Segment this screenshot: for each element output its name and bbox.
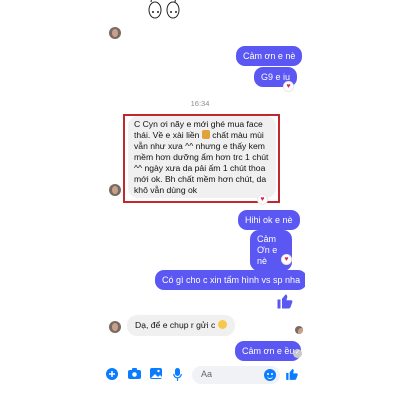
message-line: ^^ ngày xưa da pải ấm 1 chút thoa [134, 163, 266, 173]
message-in-short[interactable]: Dạ, để e chụp r gửi c [127, 315, 235, 336]
message-text: G9 e iu [261, 72, 291, 82]
heart-icon[interactable]: ♥ [282, 255, 291, 264]
thumbs-up-icon[interactable] [276, 292, 294, 310]
message-input[interactable]: Aa [192, 366, 280, 384]
message-out[interactable]: Có gì cho c xin tấm hình vs sp nha [155, 270, 305, 290]
contact-avatar[interactable] [109, 321, 121, 333]
plus-icon[interactable] [105, 368, 119, 383]
timestamp: 16:34 [190, 99, 210, 108]
message-text: Hihi ok e nè [245, 215, 293, 225]
seen-avatar [295, 326, 303, 334]
message-out[interactable]: Cảm ơn e nè [236, 46, 303, 66]
message-out[interactable]: Hihi ok e nè [238, 210, 300, 230]
message-text: Cảm [257, 234, 277, 244]
chat-screen: Cảm ơn e nè G9 e iu ♥ 16:34 C Cyn ơi nãy… [100, 0, 305, 405]
contact-avatar[interactable] [109, 184, 121, 196]
cosmetic-jar-icon [201, 130, 210, 139]
smiling-face-icon [217, 320, 227, 329]
message-line: thái. Về e xài liền chất màu mùi [134, 130, 270, 141]
emoji-icon[interactable] [264, 369, 276, 381]
message-text: Cảm ơn e ều [242, 346, 295, 356]
message-line: vẫn như xưa ^^ nhưng e thấy kem [134, 141, 265, 151]
message-line: khô vẫn dùng ok [134, 185, 198, 195]
message-input-placeholder: Aa [201, 369, 213, 379]
heart-icon[interactable]: ♥ [258, 195, 267, 204]
thumbs-up-icon[interactable] [285, 367, 299, 381]
seen-check-icon: ✓ [293, 349, 302, 358]
camera-icon[interactable] [127, 368, 141, 382]
message-text: chất màu mùi [212, 130, 264, 140]
message-out[interactable]: Cảm ơn e ều [235, 341, 302, 361]
message-in-long[interactable]: C Cyn ơi nãy e mới ghé mua face thái. Về… [128, 116, 276, 198]
contact-avatar[interactable] [109, 27, 121, 39]
message-line: C Cyn ơi nãy e mới ghé mua face [134, 119, 263, 129]
message-line: mềm hơn dưỡng ẩm hơn trc 1 chút [134, 152, 269, 162]
message-out[interactable]: Cảm Ơn e nè [250, 230, 292, 271]
message-text: Ơn e nè [257, 245, 278, 266]
message-line: mới ok. Bh chất mềm hơn chút, da [134, 174, 267, 184]
message-text: thái. Về e xài liền [134, 130, 200, 140]
microphone-icon[interactable] [171, 368, 183, 384]
sticker-image[interactable] [145, 0, 185, 22]
message-text: Cảm ơn e nè [243, 51, 296, 61]
image-icon[interactable] [149, 368, 163, 382]
message-text: Dạ, để e chụp r gửi c [135, 320, 216, 330]
message-text: Có gì cho c xin tấm hình vs sp nha [162, 275, 301, 285]
heart-icon[interactable]: ♥ [284, 82, 293, 91]
